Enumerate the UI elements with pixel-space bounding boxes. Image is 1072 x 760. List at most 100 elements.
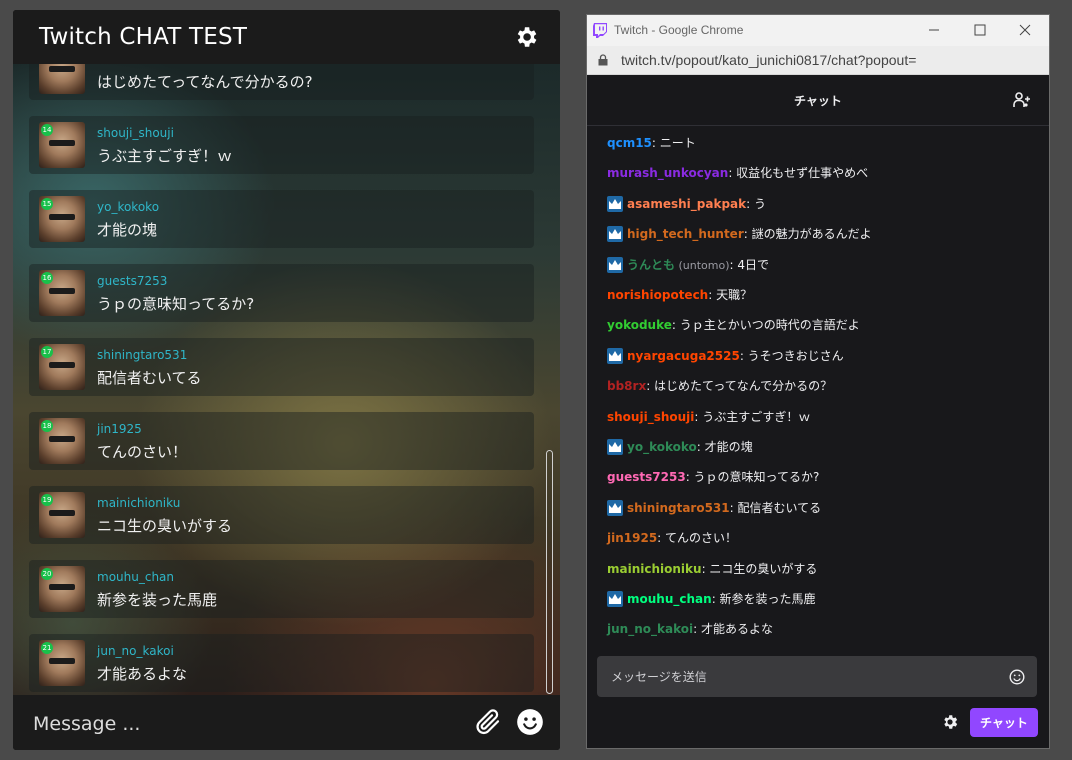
list-item: 14 shouji_shouji うぶ主すごすぎ！ｗ bbox=[29, 116, 534, 174]
chat-message-text: : うｐの意味知ってるか? bbox=[685, 470, 820, 485]
chat-message-text: : うｐ主とかいつの時代の言語だよ bbox=[671, 318, 860, 333]
crown-badge-icon[interactable] bbox=[607, 439, 623, 455]
chat-line: yokoduke: うｐ主とかいつの時代の言語だよ bbox=[607, 316, 860, 334]
users-icon[interactable] bbox=[1013, 91, 1031, 109]
close-icon[interactable] bbox=[1016, 21, 1034, 39]
message-text: 才能の塊 bbox=[97, 221, 158, 239]
level-badge: 20 bbox=[41, 568, 53, 580]
chat-username[interactable]: murash_unkocyan bbox=[607, 166, 728, 180]
crown-badge-icon[interactable] bbox=[607, 591, 623, 607]
chat-username[interactable]: shouji_shouji bbox=[607, 410, 694, 424]
crown-badge-icon[interactable] bbox=[607, 347, 623, 364]
maximize-icon[interactable] bbox=[971, 21, 989, 39]
chat-username[interactable]: mainichioniku bbox=[607, 562, 702, 576]
message-input[interactable] bbox=[31, 709, 455, 739]
message-username: yo_kokoko bbox=[97, 200, 160, 214]
avatar: 16 bbox=[39, 270, 85, 316]
chat-message-text: : はじめたてってなんで分かるの？ bbox=[646, 379, 833, 394]
level-badge: 14 bbox=[41, 124, 53, 136]
crown-badge-icon[interactable] bbox=[607, 195, 623, 212]
list-item: 18 jin1925 てんのさい！ bbox=[29, 412, 534, 470]
gear-icon[interactable] bbox=[513, 24, 539, 50]
chat-message-text: : 才能あるよな bbox=[693, 622, 773, 637]
chat-input[interactable] bbox=[609, 667, 993, 687]
chat-message-text: : ニコ生の臭いがする bbox=[701, 561, 818, 576]
chat-username-alt: (untomo) bbox=[675, 258, 730, 272]
chat-username[interactable]: norishiopotech bbox=[607, 288, 708, 302]
message-text: 新参を装った馬鹿 bbox=[97, 591, 218, 609]
list-item: はじめたてってなんで分かるの? bbox=[29, 64, 534, 100]
avatar: 14 bbox=[39, 122, 85, 168]
chat-message-text: : 謎の魅力があるんだよ bbox=[743, 227, 872, 242]
message-username: jun_no_kakoi bbox=[97, 644, 174, 658]
chat-username[interactable]: bb8rx bbox=[607, 379, 646, 393]
list-item: 17 shiningtaro531 配信者むいてる bbox=[29, 338, 534, 396]
window-title: Twitch - Google Chrome bbox=[614, 23, 744, 37]
crown-badge-icon[interactable] bbox=[607, 499, 623, 516]
chat-message-text: : てんのさい！ bbox=[657, 531, 738, 546]
level-badge: 15 bbox=[41, 198, 53, 210]
chat-line: shiningtaro531: 配信者むいてる bbox=[607, 499, 821, 517]
chat-line: jin1925: てんのさい！ bbox=[607, 529, 737, 547]
chat-message-text: : 配信者むいてる bbox=[729, 500, 822, 515]
avatar: 19 bbox=[39, 492, 85, 538]
address-bar[interactable]: twitch.tv/popout/kato_junichi0817/chat?p… bbox=[587, 46, 1049, 75]
message-username: mainichioniku bbox=[97, 496, 181, 510]
chat-line: mainichioniku: ニコ生の臭いがする bbox=[607, 560, 817, 578]
chat-line: shouji_shouji: うぶ主すごすぎ！ｗ bbox=[607, 408, 810, 426]
chat-line: jun_no_kakoi: 才能あるよな bbox=[607, 620, 773, 638]
chat-username[interactable]: yo_kokoko bbox=[627, 440, 697, 454]
crown-badge-icon[interactable] bbox=[607, 226, 623, 243]
level-badge: 17 bbox=[41, 346, 53, 358]
chat-username[interactable]: guests7253 bbox=[607, 470, 686, 484]
chat-line: nyargacuga2525: うそつきおじさん bbox=[607, 347, 844, 365]
chat-message-text: : 才能の塊 bbox=[696, 440, 753, 454]
level-badge: 19 bbox=[41, 494, 53, 506]
message-username: mouhu_chan bbox=[97, 570, 175, 584]
list-item: 21 jun_no_kakoi 才能あるよな bbox=[29, 634, 534, 692]
avatar: 20 bbox=[39, 566, 85, 612]
message-text: 才能あるよな bbox=[97, 665, 188, 683]
scrollbar[interactable] bbox=[546, 450, 553, 694]
chat-username[interactable]: shiningtaro531 bbox=[627, 501, 730, 515]
chat-settings-gear-icon[interactable] bbox=[941, 713, 959, 731]
chat-message-text: : 天職？ bbox=[708, 288, 753, 302]
message-text: てんのさい！ bbox=[97, 443, 188, 461]
emote-icon[interactable] bbox=[1009, 669, 1025, 685]
chat-username[interactable]: asameshi_pakpak bbox=[627, 197, 746, 211]
chat-message-text: : ニート bbox=[651, 136, 696, 150]
chat-username[interactable]: jin1925 bbox=[607, 531, 657, 545]
chat-username[interactable]: jun_no_kakoi bbox=[607, 622, 693, 636]
chat-message-list[interactable]: qcm15: ニート murash_unkocyan: 収益化もせず仕事やめべ as… bbox=[587, 126, 1049, 646]
chat-line: murash_unkocyan: 収益化もせず仕事やめべ bbox=[607, 164, 868, 182]
chat-line: bb8rx: はじめたてってなんで分かるの？ bbox=[607, 377, 832, 395]
chat-header-title: チャット bbox=[794, 94, 842, 108]
level-badge: 21 bbox=[41, 642, 53, 654]
avatar: 18 bbox=[39, 418, 85, 464]
chat-username[interactable]: qcm15 bbox=[607, 136, 652, 150]
chat-username[interactable]: nyargacuga2525 bbox=[627, 349, 740, 363]
message-username: jin1925 bbox=[97, 422, 142, 436]
crown-badge-icon[interactable] bbox=[607, 256, 623, 273]
chat-message-text: : うぶ主すごすぎ！ｗ bbox=[694, 409, 811, 424]
chat-input-box[interactable] bbox=[597, 656, 1037, 697]
chat-message-text: : うそつきおじさん bbox=[739, 348, 844, 363]
app-chat-list[interactable]: はじめたてってなんで分かるの? 14 shouji_shouji うぶ主すごすぎ… bbox=[13, 64, 560, 695]
chat-send-button[interactable]: チャット bbox=[970, 708, 1038, 737]
app-title: Twitch CHAT TEST bbox=[39, 24, 248, 50]
chat-message-text: : 収益化もせず仕事やめべ bbox=[728, 166, 869, 181]
message-username: guests7253 bbox=[97, 274, 168, 288]
chat-line: mouhu_chan: 新参を装った馬鹿 bbox=[607, 590, 816, 608]
chat-username[interactable]: yokoduke bbox=[607, 318, 672, 332]
chat-username[interactable]: high_tech_hunter bbox=[627, 227, 744, 241]
window-titlebar: Twitch - Google Chrome bbox=[587, 15, 1049, 46]
message-username: shiningtaro531 bbox=[97, 348, 188, 362]
smiley-icon[interactable] bbox=[516, 708, 544, 736]
message-text: 配信者むいてる bbox=[97, 369, 202, 387]
chat-line: guests7253: うｐの意味知ってるか? bbox=[607, 468, 819, 486]
chat-username[interactable]: mouhu_chan bbox=[627, 592, 712, 606]
chat-username[interactable]: うんとも bbox=[627, 258, 675, 272]
list-item: 20 mouhu_chan 新参を装った馬鹿 bbox=[29, 560, 534, 618]
paperclip-icon[interactable] bbox=[473, 707, 503, 737]
minimize-icon[interactable] bbox=[925, 21, 943, 39]
